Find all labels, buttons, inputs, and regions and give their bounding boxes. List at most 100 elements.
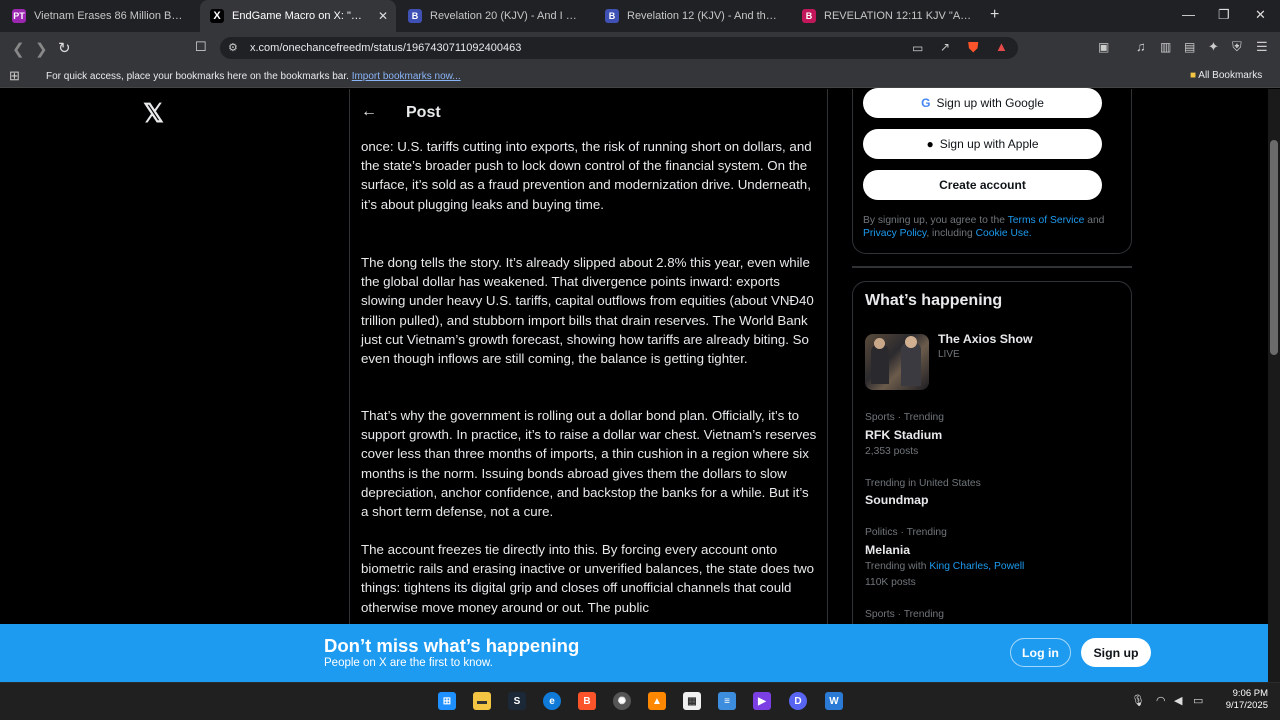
tab-favicon-icon: B [408, 9, 422, 23]
tab-favicon-icon: PT [12, 9, 26, 23]
tab-favicon-icon: B [802, 9, 816, 23]
bookmarks-hint: For quick access, place your bookmarks h… [46, 71, 461, 82]
brave-rewards-icon[interactable]: ▲ [995, 39, 1008, 54]
brave-shield-icon[interactable]: ⛊ [968, 39, 979, 56]
media-icon[interactable]: ♫ [1136, 39, 1146, 54]
login-button[interactable]: Log in [1010, 638, 1071, 667]
trend-meta: Politics · Trending [865, 527, 947, 538]
create-account-button[interactable]: Create account [863, 170, 1102, 200]
url-text: x.com/onechancefreedm/status/19674307110… [250, 42, 522, 54]
tab-title: REVELATION 12:11 KJV "And they ov [824, 10, 974, 22]
file-explorer-icon[interactable]: ▬ [473, 692, 491, 710]
brave-icon[interactable]: B [578, 692, 596, 710]
tab-title: EndGame Macro on X: "What's h [232, 10, 372, 22]
microphone-icon[interactable]: 🎙 [1131, 694, 1145, 707]
media-player-icon[interactable]: ▶ [753, 692, 771, 710]
google-icon: G [921, 96, 931, 110]
share-icon[interactable]: ↗ [940, 40, 950, 54]
live-badge: LIVE [938, 349, 960, 360]
vlc-icon[interactable]: ▲ [648, 692, 666, 710]
browser-tab-active[interactable]: X EndGame Macro on X: "What's h ✕ [200, 0, 396, 32]
all-bookmarks-button[interactable]: ■ All Bookmarks [1190, 70, 1262, 81]
word-icon[interactable]: W [825, 692, 843, 710]
steam-icon[interactable]: S [508, 692, 526, 710]
apple-icon: ● [926, 137, 934, 151]
trend-posts: 2,353 posts [865, 446, 919, 457]
leo-icon[interactable]: ✦ [1208, 39, 1219, 55]
trend-meta: Sports · Trending [865, 609, 944, 620]
back-arrow-icon[interactable]: ← [361, 103, 377, 121]
browser-tab[interactable]: B REVELATION 12:11 KJV "And they ov [792, 0, 988, 32]
post-paragraph: The dong tells the story. It’s already s… [361, 255, 814, 367]
apps-grid-icon[interactable]: ⊞ [9, 68, 20, 84]
legal-prefix: By signing up, you agree to the [863, 215, 1005, 226]
close-window-icon[interactable]: ✕ [1255, 7, 1266, 23]
trend-name[interactable]: Soundmap [865, 493, 929, 507]
store-icon[interactable]: ▦ [683, 692, 701, 710]
reload-icon[interactable]: ↻ [58, 39, 71, 57]
signup-banner [0, 624, 1268, 682]
battery-icon[interactable]: ▭ [1193, 694, 1203, 707]
start-icon[interactable]: ⊞ [438, 692, 456, 710]
volume-icon[interactable]: ◀ [1174, 694, 1182, 707]
windows-taskbar [0, 682, 1280, 720]
post-title: Post [406, 104, 441, 121]
trending-with-label: Trending with [865, 561, 927, 572]
wifi-icon[interactable]: ◠ [1156, 694, 1166, 707]
tab-title: Revelation 12 (KJV) - And there appe [627, 10, 777, 22]
sidebar-divider [852, 266, 1132, 268]
signup-apple-button[interactable]: ● Sign up with Apple [863, 129, 1102, 159]
trend-posts: 110K posts [865, 577, 916, 588]
vpn-icon[interactable]: ⛨ [1232, 39, 1242, 55]
browser-tab[interactable]: B Revelation 12 (KJV) - And there appe [595, 0, 791, 32]
taskbar-clock[interactable]: 9:06 PM 9/17/2025 [1212, 688, 1268, 712]
folder-icon: ■ [1190, 70, 1197, 81]
notepad-icon[interactable]: ≡ [718, 692, 736, 710]
install-icon[interactable]: ▭ [912, 41, 923, 55]
wallet-icon[interactable]: ▤ [1184, 40, 1195, 54]
x-favicon-icon: X [210, 9, 224, 23]
show-title[interactable]: The Axios Show [938, 332, 1033, 346]
privacy-link[interactable]: Privacy Policy [863, 228, 926, 239]
x-logo-icon[interactable]: 𝕏 [143, 100, 167, 126]
bookmarks-hint-text: For quick access, place your bookmarks h… [46, 71, 349, 82]
bookmark-icon[interactable]: ☐ [195, 39, 207, 55]
banner-subtitle: People on X are the first to know. [324, 657, 493, 669]
create-account-label: Create account [939, 178, 1026, 192]
scrollbar-thumb[interactable] [1270, 140, 1278, 355]
edge-icon[interactable]: e [543, 692, 561, 710]
forward-icon[interactable]: ❯ [35, 40, 48, 58]
show-thumbnail[interactable] [865, 334, 929, 390]
all-bookmarks-label: All Bookmarks [1198, 70, 1263, 81]
chatgpt-icon[interactable]: ✺ [613, 692, 631, 710]
signup-button[interactable]: Sign up [1081, 638, 1151, 667]
browser-tab[interactable]: PT Vietnam Erases 86 Million Bank Accou [2, 0, 198, 32]
trend-name[interactable]: Melania [865, 543, 910, 557]
clock-time: 9:06 PM [1232, 688, 1268, 699]
trending-with-links[interactable]: King Charles, Powell [929, 561, 1024, 572]
terms-link[interactable]: Terms of Service [1008, 215, 1085, 226]
tab-close-icon[interactable]: ✕ [378, 9, 388, 23]
trend-name[interactable]: RFK Stadium [865, 428, 942, 442]
post-paragraph: once: U.S. tariffs cutting into exports,… [361, 139, 812, 212]
minimize-icon[interactable]: — [1182, 7, 1195, 22]
signup-google-button[interactable]: G Sign up with Google [863, 88, 1102, 118]
screenshot-icon[interactable]: ▣ [1098, 40, 1109, 54]
whats-happening-title: What’s happening [865, 292, 1003, 309]
signup-google-label: Sign up with Google [936, 96, 1044, 110]
cookie-link[interactable]: Cookie Use. [976, 228, 1032, 239]
clock-date: 9/17/2025 [1225, 700, 1268, 711]
import-bookmarks-link[interactable]: Import bookmarks now... [352, 71, 461, 82]
back-icon[interactable]: ❮ [12, 40, 25, 58]
tab-favicon-icon: B [605, 9, 619, 23]
browser-tab[interactable]: B Revelation 20 (KJV) - And I saw an an [398, 0, 594, 32]
signup-apple-label: Sign up with Apple [939, 137, 1039, 151]
site-info-icon[interactable]: ⚙ [228, 41, 238, 54]
sidebar-icon[interactable]: ▥ [1160, 40, 1171, 54]
trend-meta: Sports · Trending [865, 412, 944, 423]
menu-icon[interactable]: ☰ [1256, 39, 1268, 55]
maximize-icon[interactable]: ❐ [1218, 7, 1230, 23]
signup-legal-text: By signing up, you agree to the Terms of… [863, 214, 1123, 240]
discord-icon[interactable]: D [789, 692, 807, 710]
new-tab-icon[interactable]: + [990, 6, 999, 24]
